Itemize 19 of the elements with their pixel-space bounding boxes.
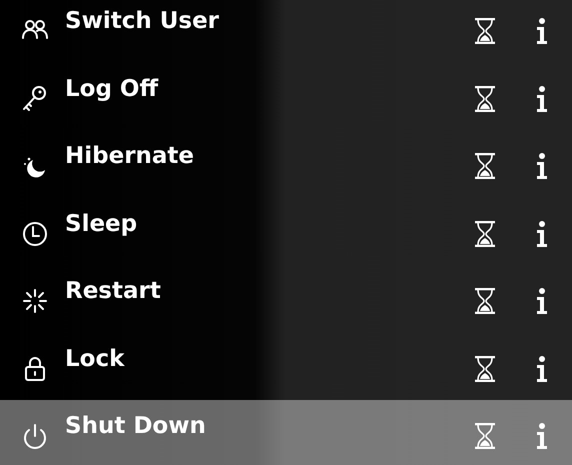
hourglass-icon[interactable]	[474, 288, 496, 314]
info-icon[interactable]	[536, 356, 548, 382]
menu-item[interactable]: Lock	[65, 344, 124, 374]
info-icon[interactable]	[536, 153, 548, 179]
info-icon[interactable]	[536, 86, 548, 112]
hourglass-icon[interactable]	[474, 220, 496, 246]
menu-item[interactable]: Log Off	[65, 74, 158, 104]
info-icon[interactable]	[536, 18, 548, 44]
menu-item[interactable]: Restart	[65, 276, 161, 306]
hourglass-icon[interactable]	[474, 18, 496, 44]
info-icon[interactable]	[536, 220, 548, 246]
info-icon[interactable]	[536, 288, 548, 314]
menu-item[interactable]: Sleep	[65, 208, 138, 238]
hourglass-icon[interactable]	[474, 86, 496, 112]
menu-item[interactable]: Hibernate	[65, 141, 194, 171]
menu-item[interactable]: Switch User	[65, 6, 220, 36]
menu-item[interactable]: Shut Down	[65, 411, 206, 441]
hourglass-icon[interactable]	[474, 356, 496, 382]
hourglass-icon[interactable]	[474, 153, 496, 179]
